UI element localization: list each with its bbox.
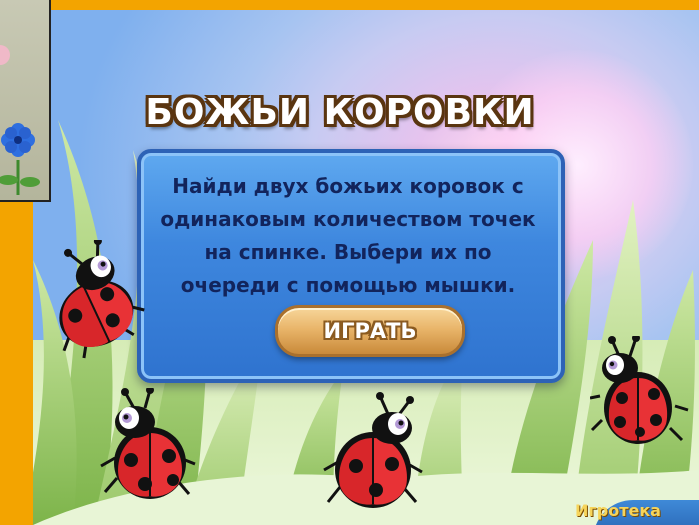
play-button[interactable]: ИГРАТЬ (275, 305, 465, 357)
ladybug-bottom-center[interactable] (318, 392, 433, 517)
ladybug-left-top[interactable] (30, 240, 150, 360)
instruction-text: Найди двух божьих коровок с одинаковым к… (148, 170, 548, 302)
ladybug-right[interactable] (590, 336, 690, 456)
game-stage: БОЖЬИ КОРОВКИ Найди двух божьих коровок … (0, 0, 699, 525)
instruction-line: на спинке. Выбери их по (204, 240, 492, 264)
ladybug-bottom-left[interactable] (95, 388, 205, 508)
corner-thumbnail (0, 0, 51, 202)
game-title: БОЖЬИ КОРОВКИ (145, 92, 535, 133)
brand-label: Игротека (575, 501, 661, 520)
flower-icon (0, 45, 40, 195)
instruction-line: одинаковым количеством точек (160, 207, 536, 231)
instruction-line: очереди с помощью мышки. (180, 273, 516, 297)
instruction-line: Найди двух божьих коровок с (172, 174, 524, 198)
